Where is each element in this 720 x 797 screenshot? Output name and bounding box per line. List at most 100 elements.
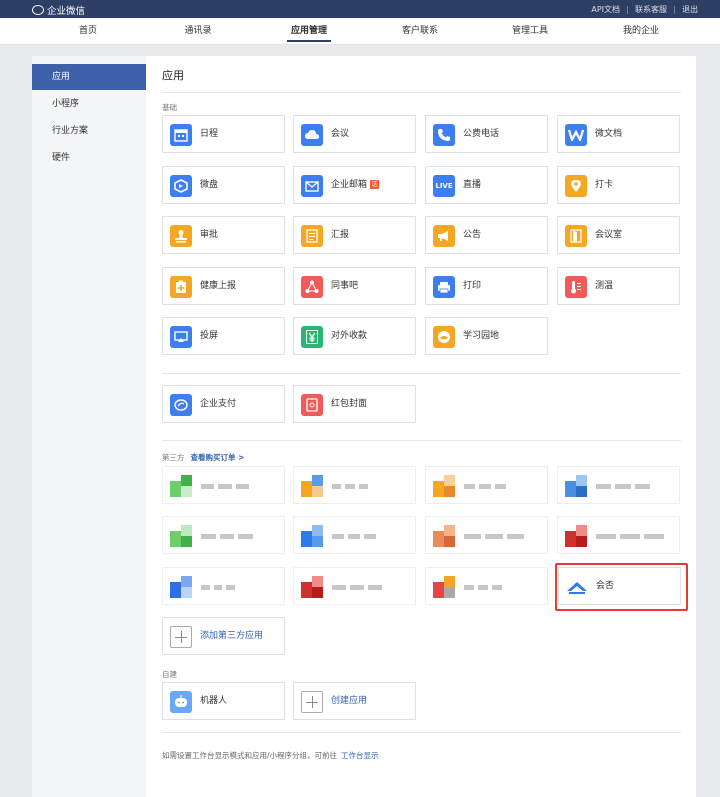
contact-support-link[interactable]: 联系客服 <box>635 4 667 15</box>
top-bar: 企业微信 API文档 联系客服 退出 <box>0 0 720 18</box>
blurred-text <box>596 534 616 539</box>
tab-app-management[interactable]: 应用管理 <box>286 18 332 45</box>
drive-icon <box>170 175 192 197</box>
app-label: 公告 <box>463 230 482 240</box>
logo-text: 企业微信 <box>47 5 86 17</box>
divider <box>162 732 681 733</box>
app-label: 汇报 <box>331 230 350 240</box>
app-tile[interactable]: 日程 <box>162 115 285 153</box>
blurred-text <box>226 585 235 590</box>
app-tile[interactable]: 打印 <box>425 267 548 305</box>
app-tile[interactable]: 会议室 <box>557 216 680 254</box>
blurred-text <box>201 534 216 539</box>
tab-management-tools[interactable]: 管理工具 <box>512 18 548 45</box>
app-tile[interactable]: 投屏 <box>162 317 285 355</box>
blurred-app-icon <box>433 576 455 598</box>
app-tile[interactable]: 微文档 <box>557 115 680 153</box>
report-icon <box>301 225 323 247</box>
tab-home[interactable]: 首页 <box>79 18 97 45</box>
divider <box>162 373 681 374</box>
app-tile[interactable]: 企业邮箱送 <box>293 166 416 204</box>
button-label: 添加第三方应用 <box>200 631 264 641</box>
third-party-app-tile[interactable] <box>425 516 548 554</box>
app-tile[interactable]: 会议 <box>293 115 416 153</box>
app-tile-robot[interactable]: 机器人 <box>162 682 285 720</box>
app-tile[interactable]: 微盘 <box>162 166 285 204</box>
screencast-icon <box>170 326 192 348</box>
robot-icon <box>170 691 192 713</box>
blurred-text <box>218 484 232 489</box>
app-tile[interactable]: 审批 <box>162 216 285 254</box>
app-tile[interactable]: LIVE 直播 <box>425 166 548 204</box>
app-tile[interactable]: 汇报 <box>293 216 416 254</box>
third-party-app-tile[interactable] <box>557 516 680 554</box>
app-tile[interactable]: 对外收款 <box>293 317 416 355</box>
app-tile[interactable]: 公告 <box>425 216 548 254</box>
app-tile[interactable]: 测温 <box>557 267 680 305</box>
third-party-app-tile[interactable] <box>162 567 285 605</box>
blurred-app-icon <box>301 475 323 497</box>
app-label: 健康上报 <box>200 281 237 291</box>
app-tile[interactable]: 健康上报 <box>162 267 285 305</box>
third-party-app-tile[interactable] <box>162 466 285 504</box>
divider <box>162 92 681 93</box>
blurred-text <box>492 585 502 590</box>
create-app-button[interactable]: 创建应用 <box>293 682 416 720</box>
page-title: 应用 <box>162 69 184 82</box>
sidebar-item-apps[interactable]: 应用 <box>32 64 146 90</box>
third-party-app-tile[interactable] <box>557 466 680 504</box>
mail-icon <box>301 175 323 197</box>
app-label: 学习园地 <box>463 331 500 341</box>
sidebar-item-industry-solutions[interactable]: 行业方案 <box>32 118 146 144</box>
blurred-text <box>358 484 368 489</box>
tab-contacts[interactable]: 通讯录 <box>184 18 211 45</box>
blurred-app-icon <box>170 525 192 547</box>
app-label: 会议室 <box>595 230 623 240</box>
blurred-text <box>332 534 344 539</box>
third-party-app-tile[interactable] <box>162 516 285 554</box>
thermometer-icon <box>565 276 587 298</box>
workbench-display-link[interactable]: 工作台显示 <box>341 751 379 760</box>
study-icon <box>433 326 455 348</box>
sidebar-item-hardware[interactable]: 硬件 <box>32 145 146 171</box>
phone-icon <box>433 124 455 146</box>
footer-note: 如需设置工作台显示模式和应用/小程序分组，可前往 工作台显示 <box>162 750 379 761</box>
app-label: 公费电话 <box>463 129 500 139</box>
app-tile[interactable]: 公费电话 <box>425 115 548 153</box>
app-tile-red-envelope-cover[interactable]: 红包封面 <box>293 385 416 423</box>
app-tile[interactable]: 同事吧 <box>293 267 416 305</box>
api-docs-link[interactable]: API文档 <box>591 4 620 15</box>
yuan-icon <box>301 326 323 348</box>
share-icon <box>301 276 323 298</box>
third-party-app-tile[interactable] <box>293 466 416 504</box>
blurred-text <box>464 484 476 489</box>
app-tile[interactable]: 打卡 <box>557 166 680 204</box>
third-party-app-tile[interactable] <box>425 466 548 504</box>
tab-customer-contact[interactable]: 客户联系 <box>402 18 438 45</box>
blurred-app-icon <box>301 576 323 598</box>
calendar-icon <box>170 124 192 146</box>
app-label: 日程 <box>200 129 219 139</box>
blurred-text <box>345 484 355 489</box>
blurred-app-icon <box>565 475 587 497</box>
sidebar: 应用 小程序 行业方案 硬件 <box>32 56 146 797</box>
highlight-box <box>555 563 688 611</box>
blurred-text <box>506 534 524 539</box>
app-tile-enterprise-pay[interactable]: 企业支付 <box>162 385 285 423</box>
logo[interactable]: 企业微信 <box>32 3 86 17</box>
sidebar-item-mini-programs[interactable]: 小程序 <box>32 91 146 117</box>
app-label: 企业支付 <box>200 399 237 409</box>
blurred-text <box>213 585 223 590</box>
printer-icon <box>433 276 455 298</box>
blurred-text <box>464 585 474 590</box>
third-party-app-tile[interactable] <box>293 567 416 605</box>
add-third-party-app-button[interactable]: 添加第三方应用 <box>162 617 285 655</box>
logout-link[interactable]: 退出 <box>682 4 698 15</box>
third-party-app-tile[interactable] <box>425 567 548 605</box>
third-party-app-tile[interactable] <box>293 516 416 554</box>
tab-my-enterprise[interactable]: 我的企业 <box>623 18 659 45</box>
location-icon <box>565 175 587 197</box>
blurred-text <box>596 484 612 489</box>
view-orders-link[interactable]: 查看购买订单 > <box>191 453 245 462</box>
app-tile[interactable]: 学习园地 <box>425 317 548 355</box>
